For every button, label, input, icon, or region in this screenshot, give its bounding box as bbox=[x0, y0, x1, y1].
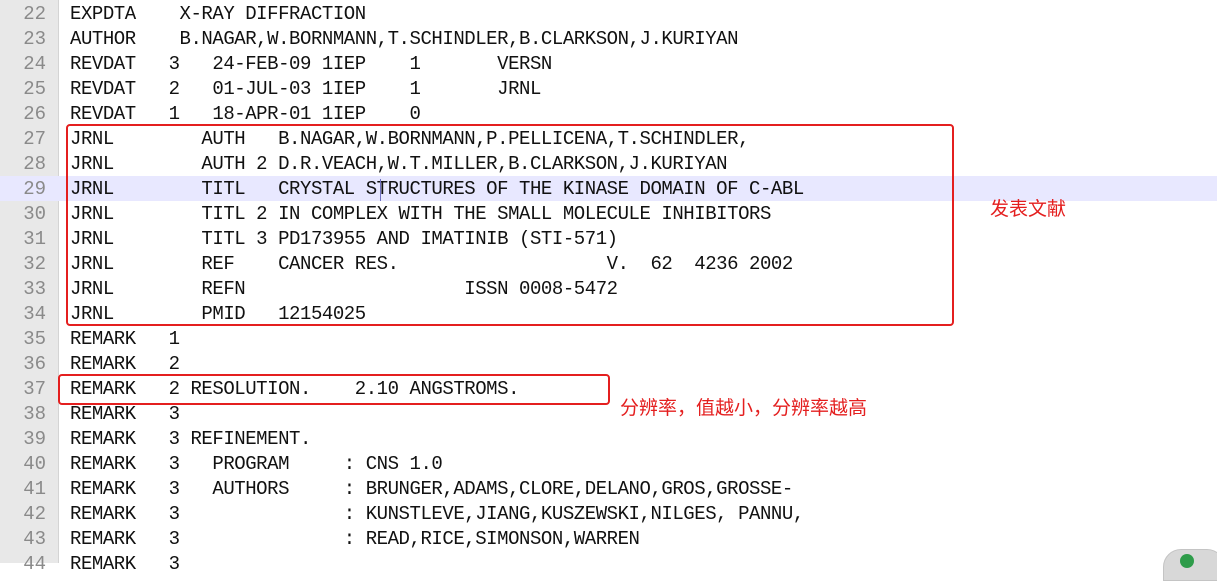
line-text[interactable]: REMARK 1 bbox=[70, 327, 180, 352]
publication-highlight-box bbox=[66, 124, 954, 326]
line-text[interactable]: AUTHOR B.NAGAR,W.BORNMANN,T.SCHINDLER,B.… bbox=[70, 27, 739, 52]
line-number: 26 bbox=[23, 103, 46, 125]
line-number: 23 bbox=[23, 28, 46, 50]
line-number: 38 bbox=[23, 403, 46, 425]
code-line[interactable]: 24 REVDAT 3 24-FEB-09 1IEP 1 VERSN bbox=[0, 51, 1217, 76]
code-line[interactable]: 41 REMARK 3 AUTHORS : BRUNGER,ADAMS,CLORE… bbox=[0, 476, 1217, 501]
line-number: 22 bbox=[23, 3, 46, 25]
line-text[interactable]: REMARK 3 bbox=[70, 402, 180, 427]
line-text[interactable]: REVDAT 2 01-JUL-03 1IEP 1 JRNL bbox=[70, 77, 541, 102]
line-text[interactable]: REMARK 3 PROGRAM : CNS 1.0 bbox=[70, 452, 443, 477]
line-text[interactable]: REMARK 3 REFINEMENT. bbox=[70, 427, 311, 452]
code-line[interactable]: 25 REVDAT 2 01-JUL-03 1IEP 1 JRNL bbox=[0, 76, 1217, 101]
code-line[interactable]: 42 REMARK 3 : KUNSTLEVE,JIANG,KUSZEWSKI,N… bbox=[0, 501, 1217, 526]
line-number: 27 bbox=[23, 128, 46, 150]
code-line[interactable]: 44 REMARK 3 bbox=[0, 551, 1217, 576]
line-number: 32 bbox=[23, 253, 46, 275]
line-text[interactable]: REVDAT 3 24-FEB-09 1IEP 1 VERSN bbox=[70, 52, 552, 77]
line-number: 28 bbox=[23, 153, 46, 175]
status-indicator-icon bbox=[1180, 554, 1194, 568]
line-number: 44 bbox=[23, 553, 46, 575]
code-line[interactable]: 26 REVDAT 1 18-APR-01 1IEP 0 bbox=[0, 101, 1217, 126]
code-line[interactable]: 40 REMARK 3 PROGRAM : CNS 1.0 bbox=[0, 451, 1217, 476]
code-line[interactable]: 39 REMARK 3 REFINEMENT. bbox=[0, 426, 1217, 451]
code-line[interactable]: 23 AUTHOR B.NAGAR,W.BORNMANN,T.SCHINDLER,… bbox=[0, 26, 1217, 51]
code-line[interactable]: 36 REMARK 2 bbox=[0, 351, 1217, 376]
line-number: 31 bbox=[23, 228, 46, 250]
line-number: 34 bbox=[23, 303, 46, 325]
text-editor[interactable]: 22 EXPDTA X-RAY DIFFRACTION 23 AUTHOR B.NAG… bbox=[0, 0, 1217, 581]
line-number: 41 bbox=[23, 478, 46, 500]
line-text[interactable]: REMARK 3 AUTHORS : BRUNGER,ADAMS,CLORE,D… bbox=[70, 477, 793, 502]
line-number: 43 bbox=[23, 528, 46, 550]
code-line[interactable]: 43 REMARK 3 : READ,RICE,SIMONSON,WARREN bbox=[0, 526, 1217, 551]
publication-annotation-label: 发表文献 bbox=[990, 198, 1067, 220]
line-number: 24 bbox=[23, 53, 46, 75]
line-text[interactable]: REMARK 3 : READ,RICE,SIMONSON,WARREN bbox=[70, 527, 640, 552]
code-line[interactable]: 22 EXPDTA X-RAY DIFFRACTION bbox=[0, 1, 1217, 26]
line-number: 42 bbox=[23, 503, 46, 525]
line-text[interactable]: REMARK 3 bbox=[70, 552, 180, 577]
line-number: 30 bbox=[23, 203, 46, 225]
line-number: 39 bbox=[23, 428, 46, 450]
line-number: 40 bbox=[23, 453, 46, 475]
line-number: 33 bbox=[23, 278, 46, 300]
line-text[interactable]: EXPDTA X-RAY DIFFRACTION bbox=[70, 2, 366, 27]
line-number: 36 bbox=[23, 353, 46, 375]
resolution-highlight-box bbox=[58, 374, 610, 405]
line-text[interactable]: REMARK 3 : KUNSTLEVE,JIANG,KUSZEWSKI,NIL… bbox=[70, 502, 804, 527]
line-number: 25 bbox=[23, 78, 46, 100]
line-number: 29 bbox=[23, 178, 46, 200]
line-number: 35 bbox=[23, 328, 46, 350]
resolution-annotation-label: 分辨率，值越小，分辨率越高 bbox=[620, 397, 868, 419]
line-number: 37 bbox=[23, 378, 46, 400]
code-line[interactable]: 35 REMARK 1 bbox=[0, 326, 1217, 351]
